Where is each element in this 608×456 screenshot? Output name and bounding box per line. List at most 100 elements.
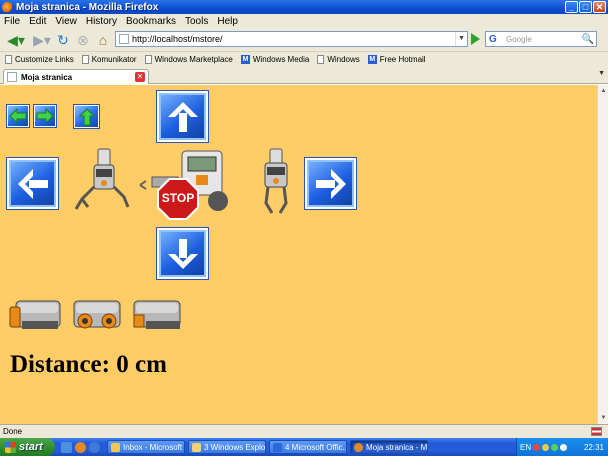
forward-arrow-icon: ▶▾ <box>33 31 51 48</box>
tab-moja-stranica[interactable]: Moja stranica ✕ <box>3 69 149 84</box>
firefox-quicklaunch-icon[interactable] <box>75 441 86 453</box>
small-right-button[interactable] <box>33 104 57 128</box>
back-button[interactable]: ◀▾ <box>2 30 30 50</box>
menu-edit[interactable]: Edit <box>29 16 46 27</box>
scroll-up-icon[interactable]: ▲ <box>599 86 608 96</box>
start-button[interactable]: start <box>0 438 55 456</box>
folder-icon <box>192 442 201 452</box>
menu-history[interactable]: History <box>86 16 117 27</box>
touch-sensor-icon <box>9 300 61 329</box>
bookmark-label: Windows Media <box>252 54 310 64</box>
page-favicon-icon <box>119 34 129 44</box>
stop-button[interactable]: STOP <box>156 177 200 221</box>
bookmark-label: Windows Marketplace <box>154 54 233 64</box>
page-icon <box>5 54 12 64</box>
bookmark-windows-media[interactable]: M Windows Media <box>240 54 310 64</box>
light-sensor-button[interactable] <box>130 297 184 335</box>
show-desktop-icon[interactable] <box>61 441 72 453</box>
taskbar-item-label: Inbox - Microsoft ... <box>123 442 185 452</box>
page-icon <box>81 54 89 64</box>
search-bar[interactable]: G Google 🔍 <box>485 31 597 47</box>
claw-close-button[interactable] <box>256 147 296 219</box>
clock: 22:31 <box>583 442 604 452</box>
status-bar: Done <box>0 424 608 438</box>
reverse-drive-button[interactable] <box>156 227 209 280</box>
page-content: STOP Distance: 0 cm <box>0 85 597 424</box>
bookmark-komunikator[interactable]: Komunikator <box>81 54 137 64</box>
word-icon <box>273 442 282 452</box>
green-right-arrow-icon <box>36 108 54 124</box>
title-bar: Moja stranica - Mozilla Firefox _ □ ✕ <box>0 0 608 14</box>
home-button[interactable]: ⌂ <box>94 30 112 50</box>
windows-taskbar: start Inbox - Microsoft ... 3 Windows Ex… <box>0 438 608 456</box>
go-button[interactable] <box>471 33 480 45</box>
green-up-arrow-icon <box>78 107 95 125</box>
bookmark-windows[interactable]: Windows <box>317 54 360 64</box>
touch-sensor-button[interactable] <box>8 297 62 335</box>
tray-icon[interactable] <box>542 443 550 451</box>
white-left-arrow-icon <box>17 168 48 199</box>
stop-button[interactable]: ⊗ <box>74 30 92 50</box>
menu-tools[interactable]: Tools <box>185 16 208 27</box>
internet-explorer-icon[interactable] <box>89 441 100 453</box>
start-label: start <box>19 441 43 453</box>
back-arrow-icon: ◀▾ <box>7 31 25 48</box>
ultrasonic-sensor-button[interactable] <box>70 297 124 335</box>
maximize-button[interactable]: □ <box>579 1 592 13</box>
forward-button[interactable]: ▶▾ <box>32 30 52 50</box>
menu-help[interactable]: Help <box>217 16 238 27</box>
url-bar[interactable]: http://localhost/mstore/ ▼ <box>115 31 468 47</box>
turn-left-button[interactable] <box>6 157 59 210</box>
green-left-arrow-icon <box>9 108 27 124</box>
robot-claw-open-icon <box>74 148 130 210</box>
bookmark-label: Komunikator <box>91 54 137 64</box>
ultrasonic-sensor-icon <box>73 300 121 329</box>
white-down-arrow-icon <box>167 238 198 269</box>
bookmark-label: Customize Links <box>15 54 74 64</box>
tray-icon[interactable] <box>533 443 541 451</box>
bookmark-free-hotmail[interactable]: M Free Hotmail <box>367 54 426 64</box>
taskbar-item-firefox[interactable]: Moja stranica - Mo... <box>350 440 428 454</box>
windows-logo-icon <box>5 441 16 453</box>
taskbar-item-label: 4 Microsoft Offic... <box>285 442 347 452</box>
menu-file[interactable]: File <box>4 16 20 27</box>
menu-bar: File Edit View History Bookmarks Tools H… <box>0 14 608 28</box>
claw-open-button[interactable] <box>72 147 132 215</box>
tray-icon[interactable] <box>560 443 568 451</box>
bookmark-label: Free Hotmail <box>379 54 426 64</box>
distance-readout: Distance: 0 cm <box>10 351 167 378</box>
turn-right-button[interactable] <box>304 157 357 210</box>
minimize-button[interactable]: _ <box>565 1 578 13</box>
tab-list-dropdown-icon[interactable]: ▼ <box>598 70 605 77</box>
bookmark-windows-marketplace[interactable]: Windows Marketplace <box>144 54 233 64</box>
firefox-icon <box>2 1 13 13</box>
scroll-down-icon[interactable]: ▼ <box>599 413 608 423</box>
small-up-button[interactable] <box>73 104 100 129</box>
firefox-window: Moja stranica - Mozilla Firefox _ □ ✕ Fi… <box>0 0 608 456</box>
bookmarks-toolbar: Customize Links Komunikator Windows Mark… <box>0 52 608 66</box>
quick-launch <box>61 441 100 453</box>
navigation-toolbar: ◀▾ ▶▾ ↻ ⊗ ⌂ http://localhost/mstore/ ▼ G… <box>0 28 608 52</box>
vertical-scrollbar[interactable]: ▲ ▼ <box>597 85 608 424</box>
taskbar-item-inbox[interactable]: Inbox - Microsoft ... <box>107 440 185 454</box>
stop-icon: ⊗ <box>77 31 89 48</box>
language-indicator[interactable]: EN <box>520 443 531 452</box>
search-magnifier-icon[interactable]: 🔍 <box>582 34 594 45</box>
tray-icon[interactable] <box>551 443 559 451</box>
close-button[interactable]: ✕ <box>593 1 606 13</box>
menu-view[interactable]: View <box>55 16 77 27</box>
tab-close-icon[interactable]: ✕ <box>135 72 145 82</box>
forward-drive-button[interactable] <box>156 90 209 143</box>
taskbar-item-explorer[interactable]: 3 Windows Explo... <box>188 440 266 454</box>
system-tray: EN 22:31 <box>516 438 608 456</box>
taskbar-item-label: Moja stranica - Mo... <box>366 442 428 452</box>
small-left-button[interactable] <box>6 104 30 128</box>
firefox-icon <box>354 442 363 452</box>
bookmark-customize-links[interactable]: Customize Links <box>5 54 74 64</box>
reload-button[interactable]: ↻ <box>54 30 72 50</box>
google-search-engine-icon[interactable]: G <box>489 34 500 45</box>
url-dropdown-icon[interactable]: ▼ <box>455 32 467 46</box>
bookmark-label: Windows <box>327 54 360 64</box>
menu-bookmarks[interactable]: Bookmarks <box>126 16 176 27</box>
taskbar-item-office[interactable]: 4 Microsoft Offic... <box>269 440 347 454</box>
